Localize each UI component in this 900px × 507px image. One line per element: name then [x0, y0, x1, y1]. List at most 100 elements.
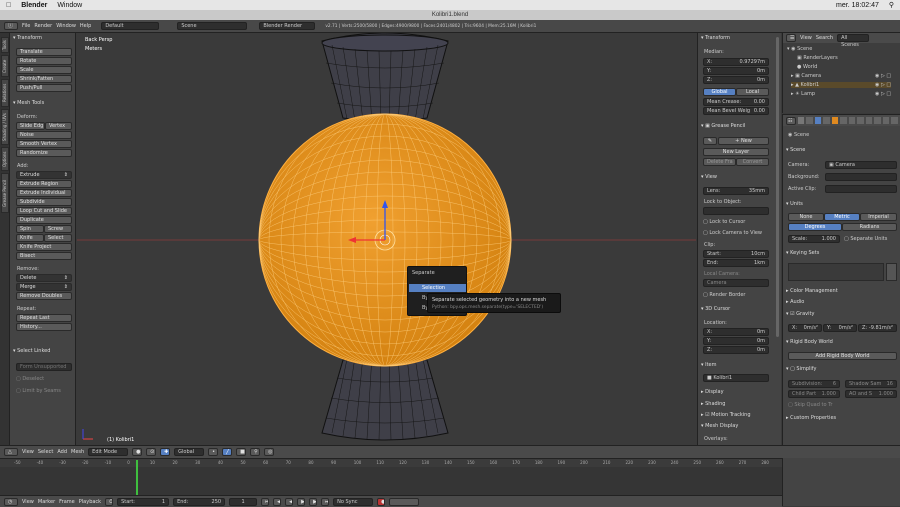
- noise-button[interactable]: Noise: [16, 131, 72, 139]
- mean-crease-field[interactable]: Mean Crease: 0.00: [703, 98, 769, 106]
- outliner-renderlayers[interactable]: ▣ RenderLayers: [797, 55, 838, 61]
- item-name-field[interactable]: ■ Kolibri1: [703, 374, 769, 382]
- tl-menu-frame[interactable]: Frame: [59, 499, 75, 505]
- constraints-tab-icon[interactable]: [840, 117, 847, 124]
- outliner-camera[interactable]: ▸ ▣ Camera: [791, 73, 821, 79]
- rigid-body-world-header[interactable]: ▾ Rigid Body World: [786, 339, 833, 345]
- knife-select-button[interactable]: Select: [44, 234, 72, 242]
- units-metric-button[interactable]: Metric: [824, 213, 860, 221]
- units-panel-header[interactable]: ▾ Units: [786, 201, 803, 207]
- menu-window-top[interactable]: Window: [56, 23, 76, 29]
- preview-range-icon[interactable]: ⏱: [105, 497, 114, 506]
- spin-button[interactable]: Spin: [16, 225, 44, 233]
- sync-select[interactable]: No Sync: [333, 497, 374, 506]
- next-key-icon[interactable]: ▶: [309, 497, 318, 506]
- median-y-field[interactable]: Y: 0m: [703, 67, 769, 75]
- degrees-button[interactable]: Degrees: [788, 223, 842, 231]
- child-particles-field[interactable]: Child Part 1.000: [788, 390, 840, 398]
- select-linked-header[interactable]: ▾ Select Linked: [13, 348, 50, 354]
- orientation-select[interactable]: Global: [174, 448, 205, 456]
- scene-camera-field[interactable]: ▣ Camera: [825, 161, 897, 169]
- grease-pencil-header[interactable]: ▾ ▣ Grease Pencil: [701, 123, 745, 129]
- subdivision-field[interactable]: Subdivision: 6: [788, 380, 840, 388]
- median-z-field[interactable]: Z: 0m: [703, 76, 769, 84]
- merge-menu[interactable]: Merge ⇕: [16, 283, 72, 291]
- mean-bevel-field[interactable]: Mean Bevel Weig 0.00: [703, 107, 769, 115]
- background-field[interactable]: [825, 173, 897, 181]
- engine-select[interactable]: Blender Render: [259, 22, 316, 30]
- lock-to-cursor-checkbox[interactable]: ▢ Lock to Cursor: [703, 219, 745, 225]
- shading-header[interactable]: ▸ Shading: [701, 401, 725, 407]
- n-transform-header[interactable]: ▾ Transform: [701, 35, 730, 41]
- motion-tracking-header[interactable]: ▸ ☑ Motion Tracking: [701, 412, 751, 418]
- cursor-y-field[interactable]: Y: 0m: [703, 337, 769, 345]
- tab-relations[interactable]: Relations: [1, 79, 9, 107]
- global-toggle[interactable]: Global: [703, 88, 736, 96]
- world-tab-icon[interactable]: [823, 117, 830, 124]
- visibility-eye-icon-2[interactable]: ◉ ▷ □: [875, 82, 891, 88]
- layers-tab-icon[interactable]: [806, 117, 813, 124]
- data-tab-icon[interactable]: [857, 117, 864, 124]
- ao-sss-field[interactable]: AO and S 1.000: [845, 390, 897, 398]
- custom-properties-header[interactable]: ▸ Custom Properties: [786, 415, 836, 421]
- shadow-samples-field[interactable]: Shadow Sam 16: [845, 380, 897, 388]
- mode-select[interactable]: Edit Mode: [88, 448, 129, 456]
- timeline-track[interactable]: [0, 467, 782, 495]
- scale-button[interactable]: Scale: [16, 66, 72, 74]
- gravity-x-field[interactable]: X: 0m/s²: [788, 324, 822, 332]
- tl-menu-view[interactable]: View: [22, 499, 34, 505]
- tl-menu-playback[interactable]: Playback: [79, 499, 101, 505]
- local-camera-field[interactable]: Camera: [703, 279, 769, 287]
- outliner-editor-icon[interactable]: ☰: [786, 34, 796, 42]
- mesh-tools-header[interactable]: ▾ Mesh Tools: [13, 100, 44, 106]
- material-tab-icon[interactable]: [865, 117, 873, 124]
- cursor-z-field[interactable]: Z: 0m: [703, 346, 769, 354]
- visibility-eye-icon[interactable]: ◉ ▷ □: [875, 73, 891, 79]
- deselect-checkbox[interactable]: ▢ Deselect: [16, 376, 44, 382]
- push-pull-button[interactable]: Push/Pull: [16, 84, 72, 92]
- limit-by-seams-checkbox[interactable]: ▢ Limit by Seams: [16, 388, 61, 394]
- play-reverse-icon[interactable]: ◀: [285, 497, 294, 506]
- scene-panel-header[interactable]: ▾ Scene: [786, 147, 805, 153]
- tab-create[interactable]: Create: [1, 55, 9, 77]
- outliner-search-menu[interactable]: Search: [816, 35, 833, 41]
- view-header[interactable]: ▾ View: [701, 174, 717, 180]
- all-scenes-select[interactable]: All Scenes: [837, 34, 870, 48]
- outliner-scene[interactable]: ▾ ◉ Scene: [787, 46, 812, 52]
- edge-select-icon[interactable]: ╱: [222, 448, 233, 456]
- knife-button[interactable]: Knife: [16, 234, 44, 242]
- item-header[interactable]: ▾ Item: [701, 362, 717, 368]
- extrude-region-button[interactable]: Extrude Region: [16, 180, 72, 188]
- timeline-editor-icon[interactable]: ◷: [4, 497, 18, 506]
- simplify-header[interactable]: ▾ ▢ Simplify: [786, 366, 816, 372]
- outliner-view-menu[interactable]: View: [800, 35, 812, 41]
- record-icon[interactable]: ●: [377, 497, 386, 506]
- mesh-display-header[interactable]: ▾ Mesh Display: [701, 423, 738, 429]
- menu-help[interactable]: Help: [80, 23, 91, 29]
- keying-set-field[interactable]: [389, 497, 420, 506]
- face-select-icon[interactable]: ■: [236, 448, 247, 456]
- lock-object-field[interactable]: [703, 207, 769, 215]
- transform-panel-header[interactable]: ▾ Transform: [13, 35, 42, 41]
- remove-doubles-button[interactable]: Remove Doubles: [16, 292, 72, 300]
- scene-select[interactable]: Scene: [177, 22, 248, 30]
- keying-sets-add-button[interactable]: [886, 263, 897, 281]
- editor-type-icon[interactable]: ⓘ: [4, 22, 18, 30]
- vp-menu-select[interactable]: Select: [38, 449, 53, 455]
- modifiers-tab-icon[interactable]: [848, 117, 856, 124]
- tab-options[interactable]: Options: [1, 147, 9, 171]
- local-toggle[interactable]: Local: [736, 88, 769, 96]
- menu-window[interactable]: Window: [57, 2, 82, 9]
- frame-start-field[interactable]: Start: 1: [117, 497, 170, 506]
- particles-tab-icon[interactable]: [882, 117, 890, 124]
- current-frame-field[interactable]: 1: [229, 497, 258, 506]
- randomize-button[interactable]: Randomize: [16, 149, 72, 157]
- units-imperial-button[interactable]: Imperial: [860, 213, 897, 221]
- translate-button[interactable]: Translate: [16, 48, 72, 56]
- vp-menu-mesh[interactable]: Mesh: [71, 449, 84, 455]
- extrude-individual-button[interactable]: Extrude Individual: [16, 189, 72, 197]
- vp-menu-add[interactable]: Add: [57, 449, 67, 455]
- menu-file[interactable]: File: [22, 23, 30, 29]
- outliner-world[interactable]: ● World: [797, 64, 817, 70]
- 3d-view-editor-icon[interactable]: △: [4, 448, 18, 456]
